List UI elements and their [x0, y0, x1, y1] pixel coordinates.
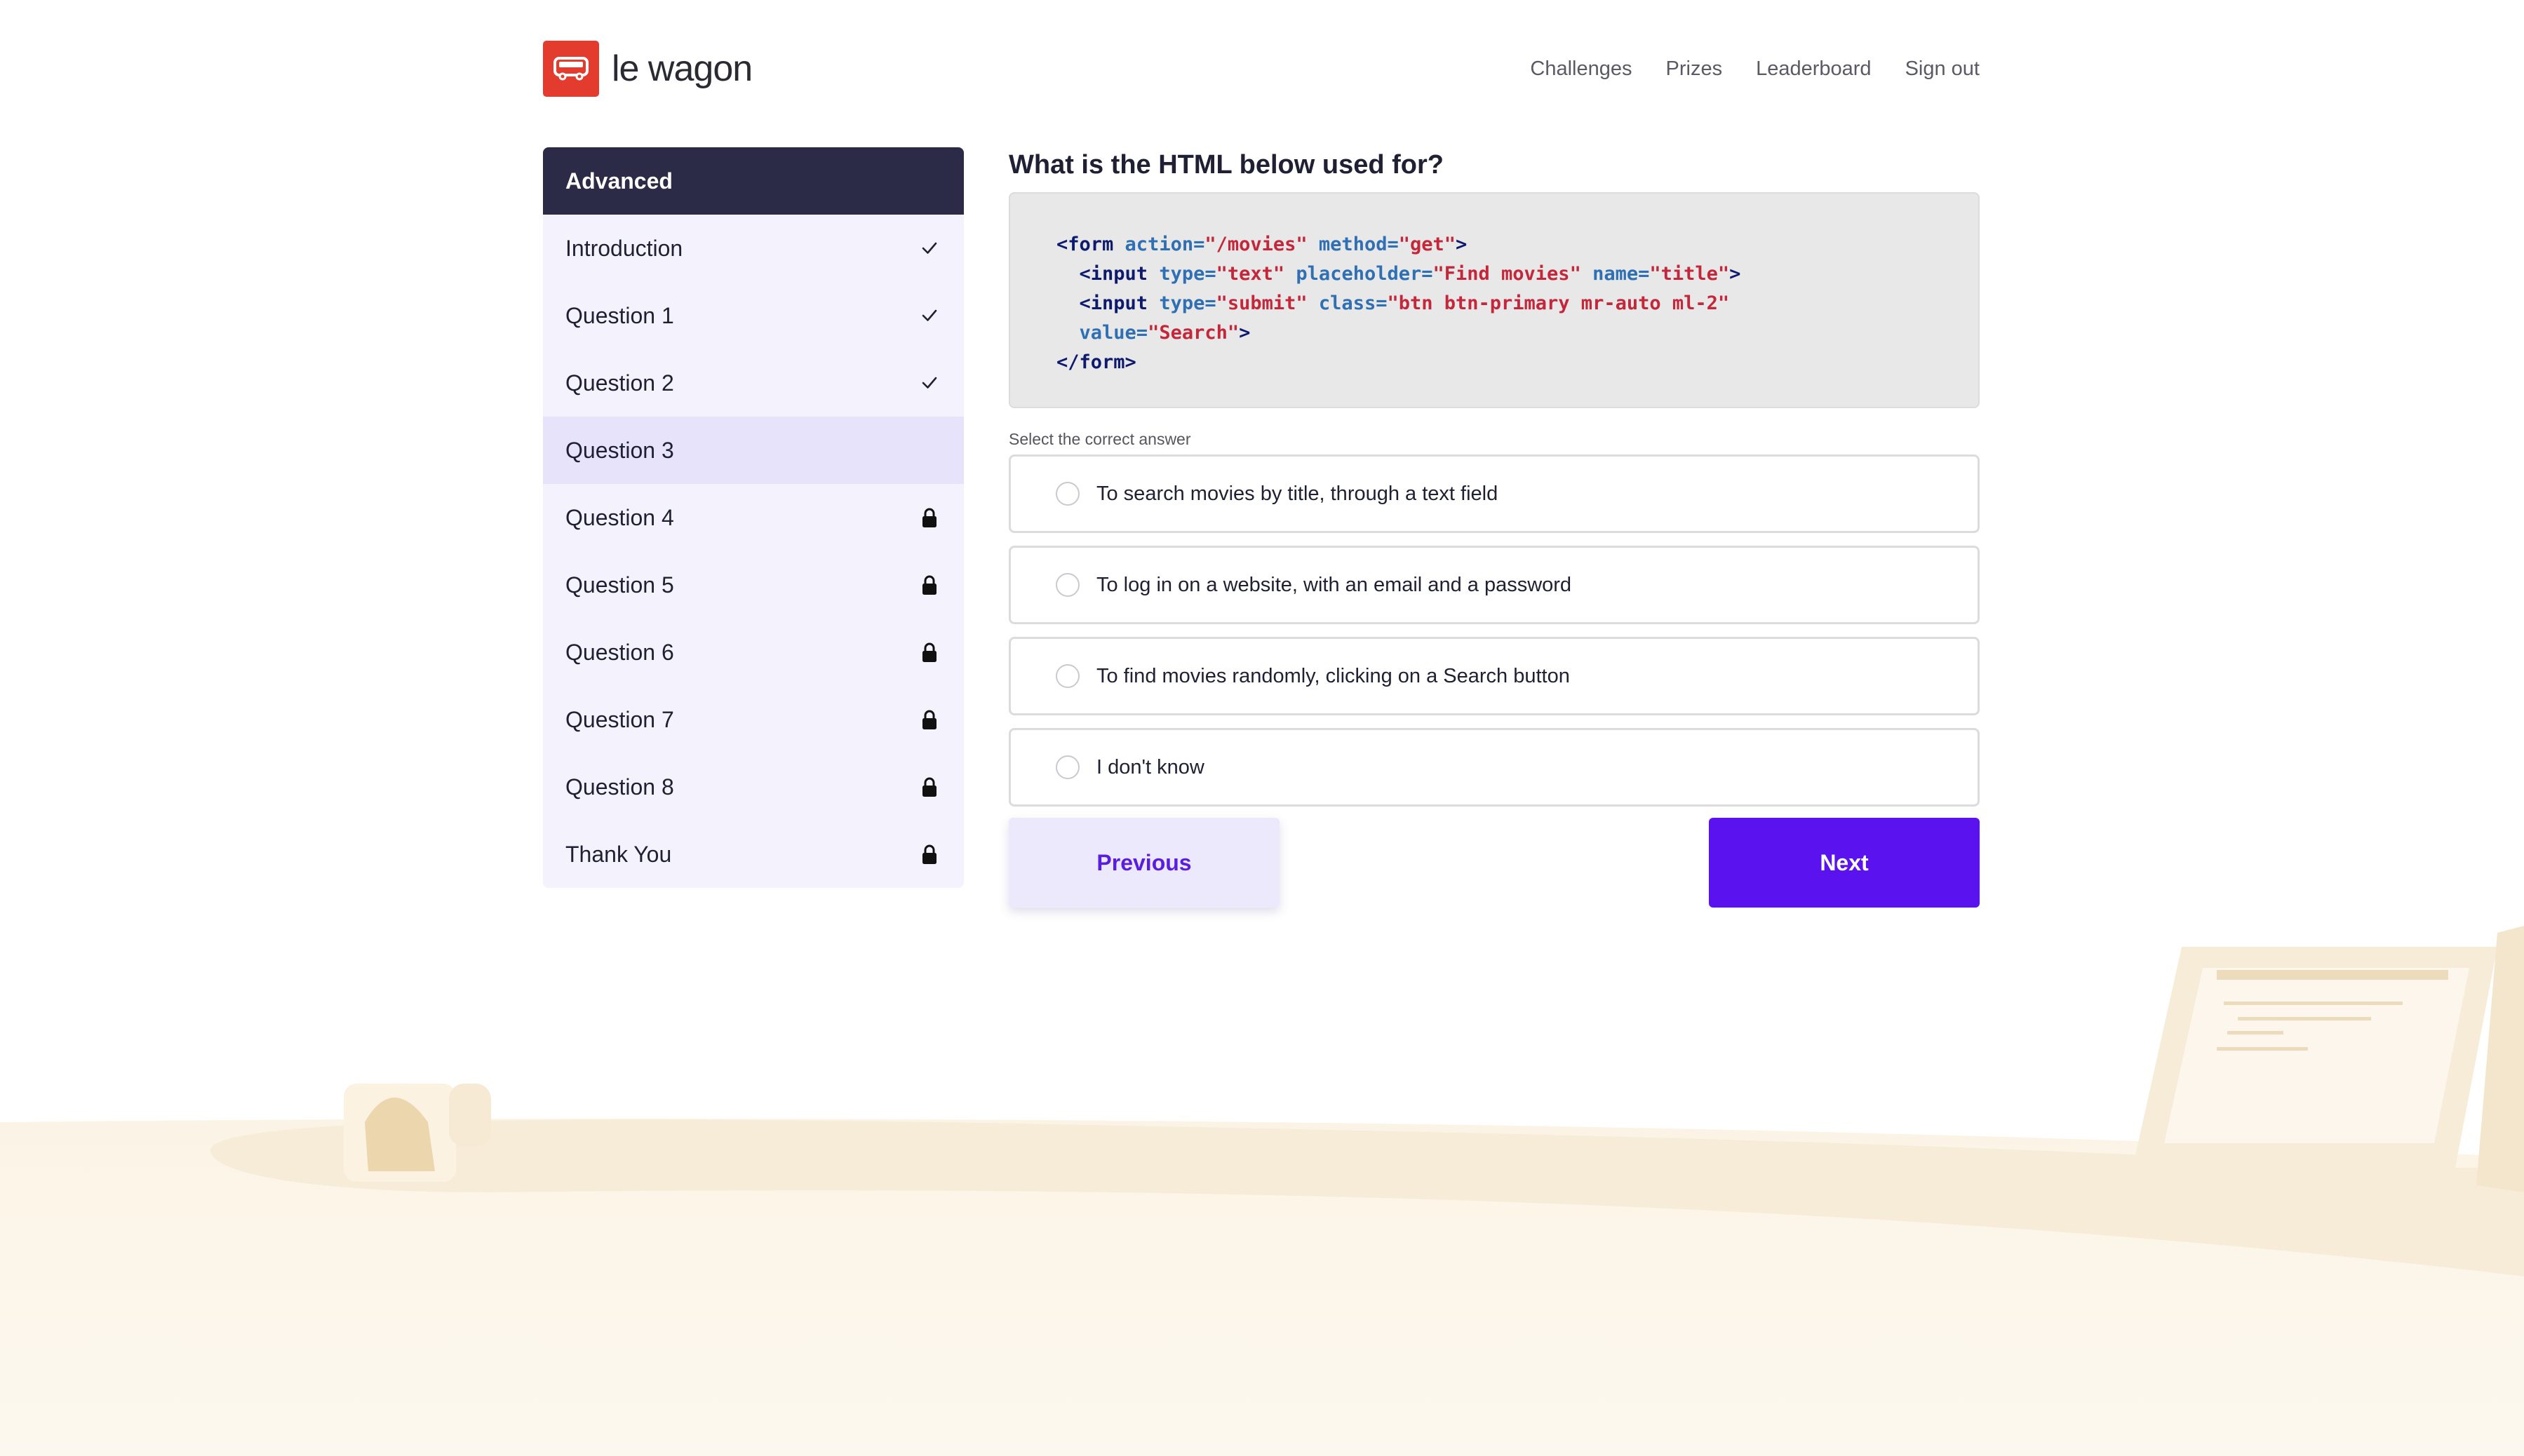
sidebar-item-label: Question 7 — [565, 706, 674, 732]
lock-icon — [919, 776, 940, 797]
sidebar-item-label: Thank You — [565, 841, 672, 867]
nav-leaderboard-link[interactable]: Leaderboard — [1756, 58, 1871, 81]
select-answer-label: Select the correct answer — [1009, 430, 1191, 448]
sidebar-item-label: Question 4 — [565, 504, 674, 530]
sidebar-item-label: Introduction — [565, 235, 683, 261]
logo[interactable]: le wagon — [543, 41, 753, 97]
sidebar-item-label: Question 6 — [565, 639, 674, 665]
answer-options: To search movies by title, through a tex… — [1009, 454, 1980, 807]
code-block: <form action="/movies" method="get"> <in… — [1009, 192, 1980, 408]
radio-button[interactable] — [1056, 573, 1080, 597]
answer-option[interactable]: To find movies randomly, clicking on a S… — [1009, 637, 1980, 715]
answer-option-label: To search movies by title, through a tex… — [1096, 482, 1498, 505]
header: le wagon Challenges Prizes Leaderboard S… — [543, 41, 1980, 97]
wagon-logo-icon — [543, 41, 599, 97]
lock-icon — [919, 709, 940, 730]
sidebar: Advanced Introduction Question 1 Question … — [543, 147, 964, 888]
sidebar-header: Advanced — [543, 147, 964, 215]
status-icon — [919, 440, 940, 461]
brand-name: le wagon — [612, 48, 753, 89]
sidebar-item-question-1[interactable]: Question 1 — [543, 282, 964, 349]
lock-icon — [919, 844, 940, 865]
sidebar-item-question-5[interactable]: Question 5 — [543, 551, 964, 619]
answer-option[interactable]: To log in on a website, with an email an… — [1009, 546, 1980, 624]
sidebar-item-question-6[interactable]: Question 6 — [543, 619, 964, 686]
sidebar-item-question-2[interactable]: Question 2 — [543, 349, 964, 417]
sidebar-item-introduction[interactable]: Introduction — [543, 215, 964, 282]
sidebar-item-label: Question 2 — [565, 370, 674, 396]
sidebar-item-question-8[interactable]: Question 8 — [543, 753, 964, 821]
lock-icon — [919, 507, 940, 528]
answer-option-label: I don't know — [1096, 755, 1204, 778]
sidebar-item-question-3[interactable]: Question 3 — [543, 417, 964, 484]
sidebar-item-question-7[interactable]: Question 7 — [543, 686, 964, 753]
code-line: <input type="submit" class="btn btn-prim… — [1079, 292, 1730, 314]
navigation-buttons: Previous Next — [1009, 818, 1980, 909]
sidebar-item-label: Question 3 — [565, 437, 674, 463]
code-line: <input type="text" placeholder="Find mov… — [1079, 263, 1741, 285]
nav-prizes-link[interactable]: Prizes — [1666, 58, 1723, 81]
top-nav: Challenges Prizes Leaderboard Sign out — [1496, 41, 1980, 97]
next-button[interactable]: Next — [1709, 818, 1980, 908]
answer-option-label: To find movies randomly, clicking on a S… — [1096, 664, 1570, 687]
answer-option[interactable]: I don't know — [1009, 728, 1980, 807]
sidebar-item-question-4[interactable]: Question 4 — [543, 484, 964, 551]
code-line: </form> — [1056, 351, 1136, 373]
sidebar-item-thank-you[interactable]: Thank You — [543, 821, 964, 888]
code-line: value="Search"> — [1079, 322, 1251, 344]
check-icon — [919, 372, 940, 393]
page: le wagon Challenges Prizes Leaderboard S… — [0, 0, 2524, 1456]
nav-challenges-link[interactable]: Challenges — [1530, 58, 1632, 81]
check-icon — [919, 238, 940, 259]
lock-icon — [919, 642, 940, 663]
sidebar-item-label: Question 8 — [565, 774, 674, 800]
code-line: <form action="/movies" method="get"> — [1056, 234, 1468, 255]
sidebar-item-label: Question 5 — [565, 572, 674, 598]
answer-option[interactable]: To search movies by title, through a tex… — [1009, 454, 1980, 533]
previous-button[interactable]: Previous — [1009, 818, 1280, 908]
radio-button[interactable] — [1056, 755, 1080, 779]
question-title: What is the HTML below used for? — [1009, 150, 1444, 180]
check-icon — [919, 305, 940, 326]
sidebar-list: Introduction Question 1 Question 2 Question… — [543, 215, 964, 888]
nav-sign-out-link[interactable]: Sign out — [1905, 58, 1980, 81]
answer-option-label: To log in on a website, with an email an… — [1096, 573, 1572, 596]
radio-button[interactable] — [1056, 482, 1080, 506]
lock-icon — [919, 574, 940, 595]
sidebar-item-label: Question 1 — [565, 302, 674, 328]
radio-button[interactable] — [1056, 664, 1080, 688]
question-panel: What is the HTML below used for? <form a… — [1009, 147, 1980, 909]
